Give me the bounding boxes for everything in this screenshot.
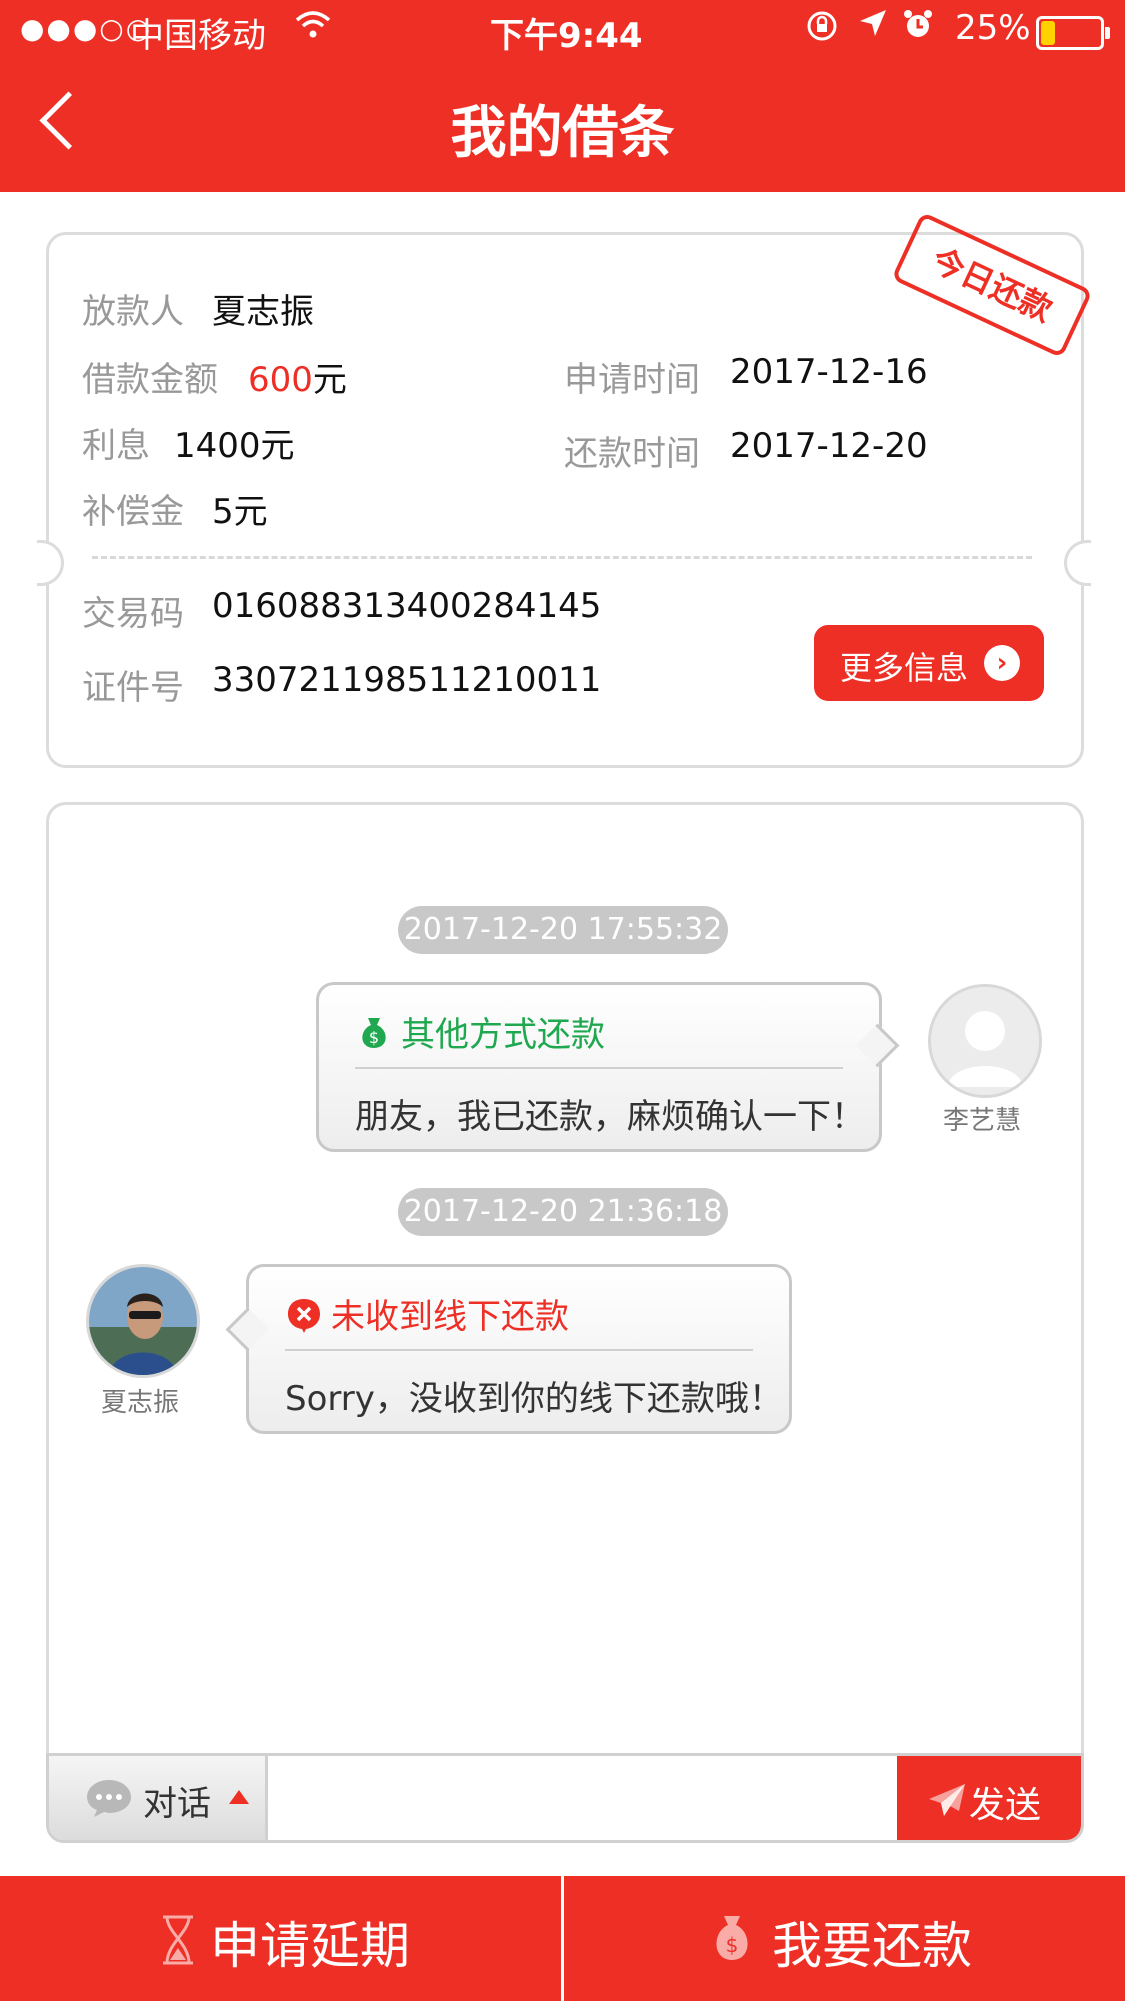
send-label: 发送 [969,1785,1042,1826]
message-timestamp: 2017-12-20 21:36:18 [398,1188,728,1236]
apply-time-label: 申请时间 [564,360,700,400]
card-divider [92,556,1032,559]
amount-number: 600 [248,360,313,400]
bubble-divider [355,1067,843,1069]
battery-icon [1036,16,1110,50]
status-time: 下午9:44 [490,16,643,56]
amount-unit: 元 [312,360,347,400]
message-text: Sorry，没收到你的线下还款哦！ [285,1379,783,1419]
more-info-label: 更多信息 [840,649,969,687]
status-bar: ●●●○○ 中国移动 下午9:44 25% [0,0,1125,60]
extend-button[interactable]: 申请延期 [0,1876,561,2001]
message-text: 朋友，我已还款，麻烦确认一下！ [355,1097,865,1137]
lender-label: 放款人 [82,292,184,332]
send-button[interactable]: 发送 [897,1756,1081,1840]
lender-name: 夏志振 [212,292,314,332]
location-icon [858,8,888,46]
hourglass-icon [163,1915,193,1965]
carrier-name: 中国移动 [130,16,266,56]
id-value: 330721198511210011 [212,660,602,700]
sender-name: 李艺慧 [942,1106,1021,1136]
avatar[interactable] [86,1264,200,1378]
message-input[interactable] [268,1756,894,1840]
svg-text:$: $ [726,1933,739,1957]
close-circle-icon [288,1299,320,1333]
message-title-text: 其他方式还款 [401,1015,605,1055]
message-title-text: 未收到线下还款 [331,1297,569,1337]
money-bag-icon: $ [716,1916,748,1960]
default-user-icon [931,987,1039,1095]
interest-label: 利息 [82,426,150,466]
extend-label: 申请延期 [210,1917,410,1975]
alarm-icon [902,8,934,48]
sender-name: 夏志振 [100,1388,179,1418]
bubble-divider [285,1349,753,1351]
user-photo [89,1267,197,1375]
chat-mode-button[interactable]: 对话 [49,1756,268,1840]
message-bubble: 未收到线下还款 Sorry，没收到你的线下还款哦！ [246,1264,792,1434]
chat-mode-label: 对话 [143,1784,211,1824]
id-label: 证件号 [82,668,184,708]
rotation-lock-icon [806,10,838,50]
caret-up-icon [229,1790,249,1804]
message-input-bar: 对话 发送 [46,1753,1084,1843]
battery-percent: 25% [955,8,1031,48]
chevron-right-icon: › [984,645,1020,681]
more-info-button[interactable]: 更多信息 › [814,625,1044,701]
interest-value: 1400元 [174,426,295,466]
message-timestamp: 2017-12-20 17:55:32 [398,906,728,954]
repay-button[interactable]: $ 我要还款 [564,1876,1125,2001]
chat-bubble-icon [87,1780,131,1817]
trade-code-value: 016088313400284145 [212,586,602,626]
svg-text:$: $ [369,1028,379,1047]
bottom-action-bar: 申请延期 $ 我要还款 [0,1876,1125,2001]
compensation-label: 补偿金 [82,492,184,532]
paper-plane-icon [929,1784,965,1816]
page-title: 我的借条 [450,101,675,166]
message-title: 未收到线下还款 [285,1289,569,1338]
avatar[interactable] [928,984,1042,1098]
repay-time-label: 还款时间 [564,434,700,474]
message-title: $ 其他方式还款 [355,1007,605,1056]
amount-value: 600元 [248,352,347,401]
repay-time-value: 2017-12-20 [730,426,928,466]
message-bubble: $ 其他方式还款 朋友，我已还款，麻烦确认一下！ [316,982,882,1152]
trade-code-label: 交易码 [82,594,184,634]
repay-label: 我要还款 [772,1917,972,1975]
compensation-value: 5元 [212,492,268,532]
wifi-icon [295,10,331,48]
apply-time-value: 2017-12-16 [730,352,928,392]
money-bag-icon: $ [362,1018,386,1048]
amount-label: 借款金额 [82,360,218,400]
